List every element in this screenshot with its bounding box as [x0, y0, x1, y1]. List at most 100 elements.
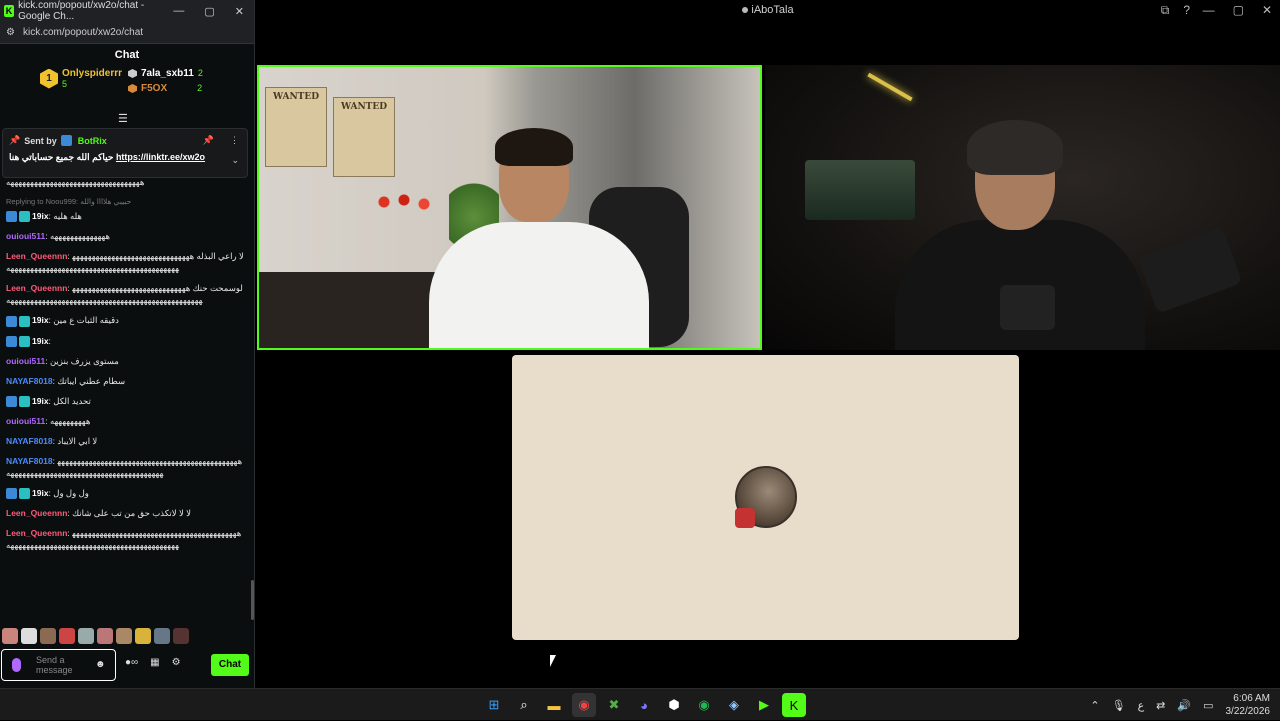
more-options-icon[interactable]: ⋮	[230, 135, 239, 146]
chat-message: NAYAF8018: لا ابي الايباد	[6, 435, 244, 447]
leaderboard-second[interactable]: 7ala_sxb11 2	[128, 66, 203, 81]
chat-message-text: ول ول ول	[53, 488, 89, 498]
leaderboard-first[interactable]: 1 Onlyspiderrr 5	[40, 68, 122, 89]
message-placeholder: Send a message	[36, 655, 73, 675]
chat-window: K kick.com/popout/xw2o/chat - Google Ch.…	[0, 0, 255, 688]
chat-close-button[interactable]: ✕	[235, 5, 244, 18]
emote-3[interactable]	[40, 628, 56, 644]
battery-icon[interactable]: ▭	[1203, 699, 1213, 712]
chat-message: Leen_Queennn: هههههههههههههههههههههههههه…	[6, 527, 244, 551]
chat-username[interactable]: 19ix	[32, 396, 49, 406]
chat-message: NAYAF8018: ههههههههههههههههههههههههههههه…	[6, 455, 244, 479]
chat-username[interactable]: Leen_Queennn	[6, 283, 67, 293]
chat-username[interactable]: 19ix	[32, 211, 49, 221]
file-explorer-icon[interactable]: ▬	[542, 693, 566, 717]
volume-icon[interactable]: 🔊	[1177, 699, 1191, 712]
guest-placeholder-card	[512, 355, 1019, 640]
chat-username[interactable]: 19ix	[32, 488, 49, 498]
chat-username[interactable]: NAYAF8018	[6, 456, 53, 466]
unpin-icon[interactable]: 📌	[203, 135, 214, 146]
tray-mic-icon[interactable]: 🎙	[1112, 699, 1126, 712]
stream-window-titlebar: iAboTala ⧉ ? — ▢ ✕	[256, 0, 1280, 22]
chevron-down-icon[interactable]: ⌄	[231, 155, 239, 166]
chat-message-text: لا لا لاتكذب حق من تب على شانك	[72, 508, 192, 519]
search-icon[interactable]: ⌕	[512, 693, 536, 717]
kick-app-icon[interactable]: K	[782, 693, 806, 717]
pinned-message: 📌 Sent by BotRix حياكم الله جميع حساباتي…	[2, 128, 248, 178]
microphone-icon[interactable]	[12, 658, 21, 672]
chat-scrollbar[interactable]	[251, 580, 254, 620]
picture-in-picture-icon[interactable]: ⧉	[1161, 3, 1170, 18]
leaderboard-third-name[interactable]: F5OX	[141, 81, 167, 96]
discord-icon[interactable]: ◕	[632, 693, 656, 717]
pinned-bot-name[interactable]: BotRix	[78, 136, 107, 146]
camera-feed-left: WANTED WANTED	[257, 65, 762, 350]
chat-minimize-button[interactable]: —	[173, 5, 184, 18]
chat-maximize-button[interactable]: ▢	[204, 5, 214, 18]
emote-10[interactable]	[173, 628, 189, 644]
leaderboard-first-name[interactable]: Onlyspiderrr	[62, 68, 122, 79]
chat-username[interactable]: ouioui511	[6, 356, 45, 366]
emote-7[interactable]	[116, 628, 132, 644]
chat-username[interactable]: NAYAF8018	[6, 376, 53, 386]
emote-8[interactable]	[135, 628, 151, 644]
emote-9[interactable]	[154, 628, 170, 644]
chat-username[interactable]: ouioui511	[6, 416, 45, 426]
minimize-button[interactable]: —	[1203, 3, 1215, 17]
network-icon[interactable]: ⇄	[1156, 699, 1165, 712]
steam-icon[interactable]: ◈	[722, 693, 746, 717]
chat-message: Leen_Queennn: لا لا لاتكذب حق من تب على …	[6, 507, 244, 519]
send-chat-button[interactable]: Chat	[211, 654, 249, 676]
chat-username[interactable]: ouioui511	[6, 231, 45, 241]
message-input[interactable]: Send a message ☻	[1, 649, 116, 681]
chat-username[interactable]: NAYAF8018	[6, 436, 53, 446]
live-dot-icon	[742, 7, 749, 14]
emote-5[interactable]	[78, 628, 94, 644]
emote-6[interactable]	[97, 628, 113, 644]
leaderboard-second-name[interactable]: 7ala_sxb11	[141, 66, 194, 81]
pinned-message-prefix: حياكم الله جميع حساباتي هنا	[9, 152, 114, 162]
gold-medal-icon: 1	[40, 68, 58, 89]
kick-studio-icon[interactable]: ▶	[752, 693, 776, 717]
pinned-sent-by: Sent by	[24, 135, 57, 146]
maximize-button[interactable]: ▢	[1233, 3, 1244, 17]
chat-username[interactable]: Leen_Queennn	[6, 251, 67, 261]
chrome-icon[interactable]: ◉	[572, 693, 596, 717]
chat-messages: ههههههههههههههههههههههههههههههههههه Reply…	[0, 176, 250, 621]
pinned-text: حياكم الله جميع حساباتي هنا https://link…	[9, 152, 241, 163]
chat-message: NAYAF8018: سطام عطني ايباتك	[6, 375, 244, 387]
clock[interactable]: 6:06 AM 3/22/2026	[1226, 692, 1271, 718]
windows-start-icon[interactable]: ⊞	[482, 693, 506, 717]
chat-settings-icon[interactable]: ⚙	[172, 657, 181, 668]
chat-username[interactable]: 19ix	[32, 315, 49, 325]
chat-message-text: دقيقه الثبات ع مين	[53, 315, 119, 326]
site-settings-icon[interactable]: ⚙	[6, 27, 15, 38]
input-language[interactable]: ع	[1138, 699, 1145, 712]
filter-icon[interactable]: ☰	[118, 112, 128, 125]
help-icon[interactable]: ?	[1183, 3, 1190, 18]
spotify-icon[interactable]: ◉	[692, 693, 716, 717]
leaderboard-third[interactable]: F5OX 2	[128, 81, 203, 96]
kicks-icon[interactable]: ●∞	[125, 657, 138, 668]
reply-context[interactable]: Replying to Noou999: حبيبي هلاااا والله	[6, 196, 244, 208]
chat-username[interactable]: Leen_Queennn	[6, 528, 67, 538]
pinned-link[interactable]: https://linktr.ee/xw2o	[116, 152, 205, 162]
xbox-icon[interactable]: ✖	[602, 693, 626, 717]
user-badge-icon	[19, 396, 30, 407]
chat-username[interactable]: Leen_Queennn	[6, 508, 67, 518]
chat-message-text: هله هليه	[53, 211, 82, 221]
pin-icon: 📌	[9, 135, 21, 145]
close-button[interactable]: ✕	[1262, 3, 1272, 17]
user-badge-icon	[6, 315, 17, 327]
url-text[interactable]: kick.com/popout/xw2o/chat	[23, 27, 143, 38]
emote-4[interactable]	[59, 628, 75, 644]
emote-2[interactable]	[21, 628, 37, 644]
url-bar[interactable]: ⚙ kick.com/popout/xw2o/chat	[0, 22, 254, 44]
obs-icon[interactable]: ⬢	[662, 693, 686, 717]
tray-overflow-icon[interactable]: ⌃	[1090, 699, 1099, 712]
emote-1[interactable]	[2, 628, 18, 644]
chat-message-text: مستوى يزرف بنزين	[49, 355, 119, 366]
chat-username[interactable]: 19ix	[32, 336, 49, 346]
store-icon[interactable]: ▦	[150, 657, 159, 668]
emoji-icon[interactable]: ☻	[95, 659, 106, 670]
